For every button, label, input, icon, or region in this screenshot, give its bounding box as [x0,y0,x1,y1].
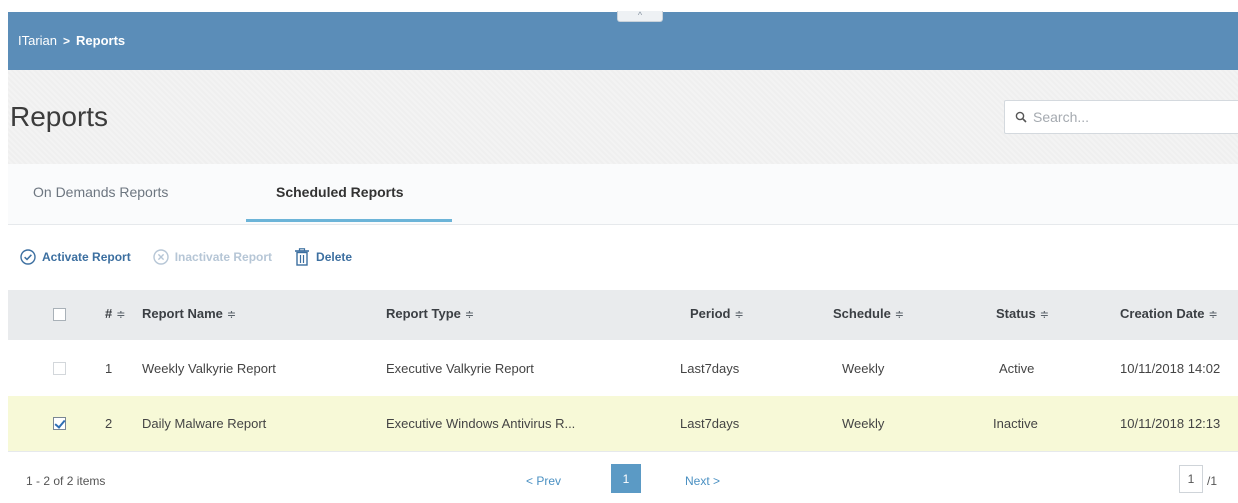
tab-bar [8,164,1238,225]
pagination-summary: 1 - 2 of 2 items [26,474,106,488]
breadcrumb: ITarian > Reports [18,33,125,48]
report-type-cell: Executive Valkyrie Report [386,361,534,376]
sort-icon: ≑ [894,309,905,321]
page-number-input[interactable]: 1 [1179,465,1203,493]
sort-icon: ≑ [116,309,126,321]
delete-label: Delete [316,250,353,264]
page-button-current[interactable]: 1 [611,464,641,493]
prev-page-link[interactable]: < Prev [526,474,561,488]
breadcrumb-current: Reports [76,33,126,48]
inactivate-report-label: Inactivate Report [174,250,273,264]
sort-icon: ≑ [734,309,744,321]
period-cell: Last7days [680,361,740,376]
status-cell: Active [999,361,1035,376]
column-header-report-name[interactable]: Report Name ≑ [142,306,236,321]
creation-date-cell: 10/11/2018 12:13 [1120,416,1221,431]
row-number: 1 [105,361,113,376]
sort-icon: ≑ [464,309,475,321]
column-header-creation-date[interactable]: Creation Date ≑ [1120,306,1218,321]
sort-icon: ≑ [1208,309,1218,321]
x-circle-icon [152,249,169,265]
select-all-checkbox[interactable] [53,308,66,321]
row-number: 2 [105,416,113,431]
search-icon [1015,111,1027,123]
sort-icon: ≑ [226,309,237,321]
next-page-link[interactable]: Next > [685,474,720,488]
schedule-cell: Weekly [842,416,885,431]
delete-button[interactable]: Delete [294,248,352,266]
creation-date-cell: 10/11/2018 14:02 [1120,361,1221,376]
row-checkbox-checked[interactable] [53,417,66,430]
sort-icon: ≑ [1039,309,1049,321]
column-header-status[interactable]: Status ≑ [996,306,1049,321]
activate-report-button[interactable]: Activate Report [20,249,131,265]
check-circle-icon [20,249,36,265]
tab-scheduled-reports[interactable]: Scheduled Reports [276,184,404,200]
trash-icon [295,248,310,266]
report-name-cell: Weekly Valkyrie Report [142,361,276,376]
schedule-cell: Weekly [842,361,885,376]
search-input[interactable] [1031,108,1215,126]
column-header-report-type[interactable]: Report Type ≑ [386,306,474,321]
chevron-up-icon: ^ [637,10,643,20]
page-title: Reports [10,101,109,132]
breadcrumb-separator-icon: > [63,33,71,48]
breadcrumb-root-link[interactable]: ITarian [18,33,57,48]
report-type-cell: Executive Windows Antivirus R... [386,416,576,431]
active-tab-indicator [246,219,452,222]
tab-on-demand-reports[interactable]: On Demands Reports [33,184,168,200]
page-total: /1 [1207,474,1218,488]
report-name-cell: Daily Malware Report [142,416,267,431]
column-header-schedule[interactable]: Schedule ≑ [833,306,904,321]
column-header-number[interactable]: # ≑ [105,306,125,321]
search-box[interactable] [1004,100,1238,134]
column-header-period[interactable]: Period ≑ [690,306,744,321]
collapse-header-toggle[interactable]: ^ [617,11,663,22]
row-checkbox[interactable] [53,362,66,375]
status-cell: Inactive [993,416,1038,431]
period-cell: Last7days [680,416,740,431]
inactivate-report-button[interactable]: Inactivate Report [152,249,273,265]
activate-report-label: Activate Report [42,250,131,264]
toolbar: Activate Report Inactivate Report Delete [20,245,374,269]
